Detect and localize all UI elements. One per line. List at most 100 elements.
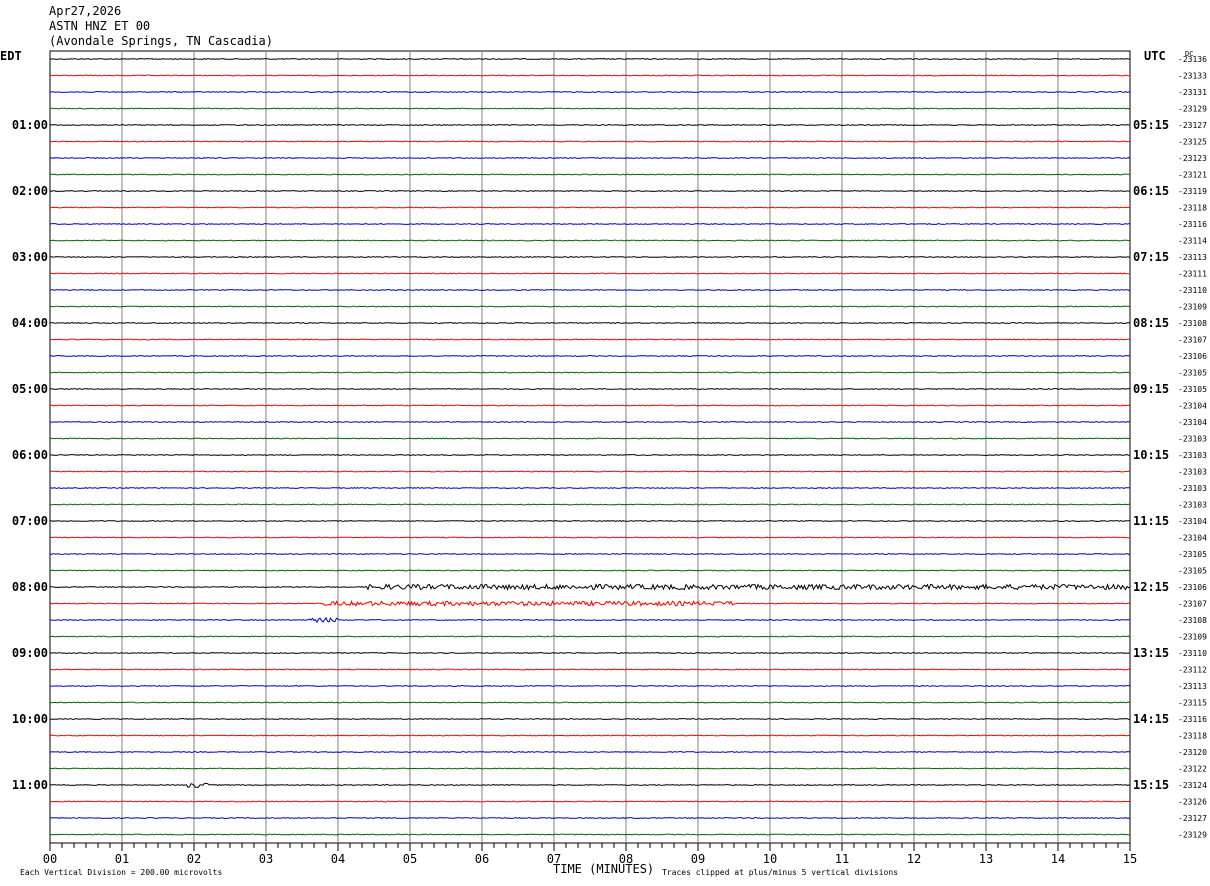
dc-offset-label: -23104	[1178, 517, 1207, 526]
dc-offset-label: -23110	[1178, 286, 1207, 295]
trace-row	[49, 437, 1131, 440]
dc-offset-label: -23104	[1178, 418, 1207, 427]
dc-offset-label: -23105	[1178, 567, 1207, 576]
x-tick-label: 02	[187, 852, 201, 866]
right-hour-label: 06:15	[1133, 184, 1169, 198]
trace-row	[49, 734, 1131, 737]
grid-lines	[121, 51, 1059, 843]
right-zone-label: UTC	[1144, 49, 1166, 63]
dc-offset-label: -23109	[1178, 633, 1207, 642]
dc-offset-label: -23103	[1178, 484, 1207, 493]
dc-offset-label: -23133	[1178, 72, 1207, 81]
dc-offset-label: -23122	[1178, 765, 1207, 774]
dc-offset-label: -23131	[1178, 88, 1207, 97]
x-tick-label: 09	[691, 852, 705, 866]
trace-row	[49, 404, 1131, 407]
dc-offset-label: -23106	[1178, 352, 1207, 361]
dc-offset-labels: -23136 -23133 -23131 -23129 -23127 -23125 -231…	[1178, 55, 1207, 840]
dc-offset-label: -23103	[1178, 451, 1207, 460]
left-hour-label: 11:00	[12, 778, 48, 792]
trace-group	[49, 58, 1131, 836]
x-tick-label: 00	[43, 852, 57, 866]
dc-offset-label: -23104	[1178, 534, 1207, 543]
trace-row	[49, 470, 1131, 473]
trace-row	[49, 800, 1131, 803]
trace-row	[49, 289, 1131, 291]
trace-row	[49, 718, 1131, 720]
scale-note: Each Vertical Division = 200.00 microvol…	[20, 868, 222, 877]
left-hour-label: 08:00	[12, 580, 48, 594]
x-tick-label: 15	[1123, 852, 1137, 866]
dc-offset-label: -23129	[1178, 105, 1207, 114]
dc-offset-label: -23114	[1178, 237, 1207, 246]
dc-offset-label: -23108	[1178, 319, 1207, 328]
trace-row	[49, 190, 1131, 192]
dc-offset-label: -23119	[1178, 187, 1207, 196]
dc-offset-label: -23105	[1178, 369, 1207, 378]
trace-row	[49, 421, 1131, 423]
x-tick-label: 03	[259, 852, 273, 866]
dc-offset-label: -23113	[1178, 253, 1207, 262]
right-hour-label: 05:15	[1133, 118, 1169, 132]
trace-row	[49, 503, 1131, 506]
dc-offset-label: -23111	[1178, 270, 1207, 279]
trace-row	[49, 520, 1131, 522]
right-hour-label: 07:15	[1133, 250, 1169, 264]
dc-offset-label: -23107	[1178, 336, 1207, 345]
dc-offset-label: -23129	[1178, 831, 1207, 840]
dc-offset-label: -23127	[1178, 814, 1207, 823]
dc-offset-label: -23110	[1178, 649, 1207, 658]
trace-row	[49, 833, 1130, 836]
trace-row	[49, 322, 1131, 324]
dc-offset-label: -23118	[1178, 204, 1207, 213]
x-tick-label: 01	[115, 852, 129, 866]
trace-row	[50, 338, 1131, 341]
left-hour-label: 03:00	[12, 250, 48, 264]
trace-row	[49, 140, 1131, 143]
x-tick-label: 06	[475, 852, 489, 866]
dc-offset-label: -23116	[1178, 715, 1207, 724]
trace-row	[50, 668, 1131, 671]
trace-row	[49, 388, 1131, 390]
right-hour-label: 12:15	[1133, 580, 1169, 594]
x-tick-label: 04	[331, 852, 345, 866]
left-hour-label: 06:00	[12, 448, 48, 462]
right-hour-label: 15:15	[1133, 778, 1169, 792]
dc-offset-label: -23105	[1178, 550, 1207, 559]
right-hour-label: 09:15	[1133, 382, 1169, 396]
dc-offset-label: -23103	[1178, 468, 1207, 477]
dc-offset-label: -23127	[1178, 121, 1207, 130]
plot-frame	[49, 50, 1131, 844]
trace-row	[49, 782, 1131, 789]
dc-offset-label: -23103	[1178, 435, 1207, 444]
left-hour-label: 07:00	[12, 514, 48, 528]
x-tick-label: 11	[835, 852, 849, 866]
trace-row	[49, 685, 1131, 687]
trace-row	[49, 817, 1131, 819]
trace-row	[49, 583, 1131, 592]
dc-offset-label: -23125	[1178, 138, 1207, 147]
helicorder-plot: EDT UTC DC 01:0002:0003:0004:0005:0006:0…	[0, 49, 1207, 877]
right-hour-label: 11:15	[1133, 514, 1169, 528]
dc-offset-label: -23108	[1178, 616, 1207, 625]
dc-offset-label: -23106	[1178, 583, 1207, 592]
trace-row	[49, 767, 1131, 770]
trace-row	[50, 569, 1131, 572]
trace-row	[49, 487, 1131, 489]
x-tick-label: 10	[763, 852, 777, 866]
x-tick-label: 13	[979, 852, 993, 866]
left-hour-label: 02:00	[12, 184, 48, 198]
trace-row	[49, 157, 1131, 159]
trace-row	[50, 305, 1131, 308]
dc-offset-label: -23103	[1178, 501, 1207, 510]
trace-row	[49, 355, 1131, 357]
left-hour-label: 04:00	[12, 316, 48, 330]
dc-offset-label: -23109	[1178, 303, 1207, 312]
right-hour-label: 10:15	[1133, 448, 1169, 462]
dc-offset-label: -23107	[1178, 600, 1207, 609]
dc-offset-label: -23120	[1178, 748, 1207, 757]
trace-row	[49, 58, 1131, 60]
x-tick-label: 12	[907, 852, 921, 866]
left-hour-label: 09:00	[12, 646, 48, 660]
trace-row	[49, 371, 1131, 374]
